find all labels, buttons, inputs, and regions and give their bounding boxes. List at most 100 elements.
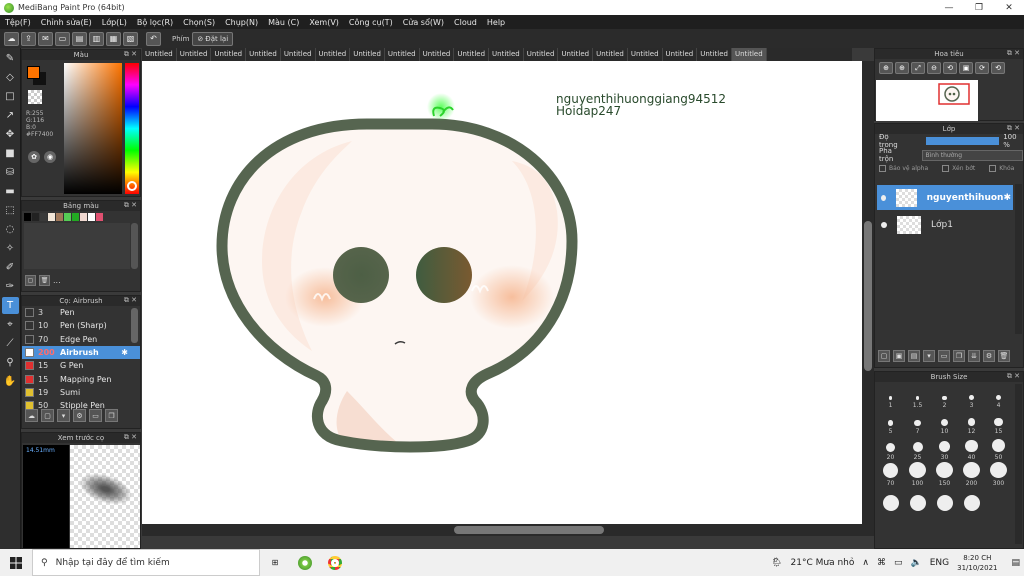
panel-float-icon[interactable]: ⧉ ✕	[124, 201, 137, 210]
brush-size-option[interactable]: 1	[877, 384, 904, 410]
menu-select[interactable]: Chọn(S)	[178, 18, 220, 27]
brush-size-option[interactable]: 15	[985, 410, 1012, 436]
lasso-tool-icon[interactable]: ◌	[2, 221, 19, 238]
select-eraser-tool-icon[interactable]: ✑	[2, 278, 19, 295]
eyedropper-tool-icon[interactable]: ⚲	[2, 354, 19, 371]
menu-cloud[interactable]: Cloud	[449, 18, 482, 27]
brush-size-option[interactable]: 1.5	[904, 384, 931, 410]
brush-size-option[interactable]: 300	[985, 462, 1012, 488]
menu-color[interactable]: Màu (C)	[263, 18, 304, 27]
blend-mode-select[interactable]: Bình thường	[922, 149, 1023, 161]
drawing-canvas[interactable]: nguyenthihuonggiang94512 Hoidap247	[142, 61, 862, 536]
visibility-eye-icon[interactable]	[881, 194, 887, 201]
hue-slider-knob[interactable]	[127, 181, 137, 191]
palette-more[interactable]: ...	[53, 276, 61, 285]
weather-text[interactable]: 21°C Mưa nhỏ	[791, 558, 855, 568]
panel-float-icon[interactable]: ⧉ ✕	[1007, 124, 1020, 133]
brush-size-option[interactable]: 2	[931, 384, 958, 410]
brush-size-option[interactable]: 10	[931, 410, 958, 436]
brush-cloud-icon[interactable]: ☁	[25, 409, 38, 422]
magic-wand-tool-icon[interactable]: ✧	[2, 240, 19, 257]
brush-size-option[interactable]: 5	[877, 410, 904, 436]
medibang-taskbar-icon[interactable]	[290, 549, 320, 576]
layer-item[interactable]: nguyenthihuon ✱	[877, 185, 1013, 210]
color-picker-icon[interactable]: ◉	[44, 151, 56, 163]
color-wheel-icon[interactable]: ✿	[28, 151, 40, 163]
upload-icon[interactable]: ⇪	[21, 31, 36, 46]
select-pen-tool-icon[interactable]: ✐	[2, 259, 19, 276]
rect-fill-tool-icon[interactable]: ■	[2, 145, 19, 162]
notification-icon[interactable]: ▤	[1011, 558, 1020, 568]
protect-alpha-checkbox[interactable]: Bảo vệ alpha	[879, 164, 928, 172]
brush-size-option[interactable]	[877, 488, 904, 514]
visibility-eye-icon[interactable]	[881, 221, 887, 228]
document-tab[interactable]: Untitled	[731, 48, 767, 61]
actual-size-icon[interactable]: ▣	[959, 62, 973, 74]
brush-item[interactable]: 10 Pen (Sharp)	[22, 319, 140, 332]
panel-icon[interactable]: ▥	[89, 31, 104, 46]
brush-size-option[interactable]: 70	[877, 462, 904, 488]
document-tab[interactable]: Untitled	[628, 48, 663, 61]
brush-item[interactable]: 15 Mapping Pen	[22, 372, 140, 385]
gear-icon[interactable]: ✱	[1003, 193, 1011, 203]
fit-icon[interactable]: ⤢	[911, 62, 925, 74]
menu-view[interactable]: Xem(V)	[304, 18, 344, 27]
gear-icon[interactable]: ✱	[121, 348, 128, 357]
brush-size-option[interactable]: 150	[931, 462, 958, 488]
text-tool-icon[interactable]: T	[1, 297, 19, 314]
layer-settings-icon[interactable]: ⚙	[983, 350, 995, 362]
minimize-button[interactable]: —	[934, 0, 964, 15]
delete-layer-icon[interactable]: 🗑	[998, 350, 1010, 362]
weather-icon[interactable]: 🌦	[771, 558, 782, 568]
menu-filter[interactable]: Bộ lọc(R)	[132, 18, 178, 27]
menu-edit[interactable]: Chỉnh sửa(E)	[36, 18, 97, 27]
clock[interactable]: 8:20 CH 31/10/2021	[953, 553, 1001, 573]
menu-window[interactable]: Cửa sổ(W)	[398, 18, 449, 27]
new-8bit-layer-icon[interactable]: ▤	[908, 350, 920, 362]
zoom-in-icon[interactable]: ⊕	[879, 62, 893, 74]
comment-icon[interactable]: ✉	[38, 31, 53, 46]
panel-float-icon[interactable]: ⧉ ✕	[124, 296, 137, 305]
palette-scrollbar[interactable]	[131, 223, 138, 269]
document-tab[interactable]: Untitled	[558, 48, 594, 61]
menu-help[interactable]: Help	[482, 18, 510, 27]
document-tab[interactable]: Untitled	[350, 48, 385, 61]
brush-menu-icon[interactable]: ▾	[57, 409, 70, 422]
vertical-scroll-thumb[interactable]	[864, 221, 872, 371]
brush-size-option[interactable]: 12	[958, 410, 985, 436]
palette-swatch[interactable]	[56, 213, 63, 221]
document-tab[interactable]: Untitled	[489, 48, 524, 61]
brush-folder-icon[interactable]: ▭	[89, 409, 102, 422]
brush-size-option[interactable]: 4	[985, 384, 1012, 410]
brush-size-option[interactable]: 40	[958, 436, 985, 462]
operation-tool-icon[interactable]: ⌖	[2, 316, 19, 333]
palette-swatch[interactable]	[24, 213, 31, 221]
gradient-tool-icon[interactable]: ▬	[2, 183, 19, 200]
palette-swatch[interactable]	[48, 213, 55, 221]
add-palette-icon[interactable]: ▢	[25, 275, 36, 286]
brush-scrollbar[interactable]	[131, 308, 138, 343]
menu-layer[interactable]: Lớp(L)	[97, 18, 132, 27]
tray-chevron-icon[interactable]: ∧	[862, 558, 869, 568]
start-button[interactable]	[0, 549, 32, 576]
clipping-checkbox[interactable]: Xén bớt	[942, 164, 975, 172]
canvas-horizontal-scrollbar[interactable]	[142, 524, 862, 536]
panel-float-icon[interactable]: ⧉ ✕	[124, 433, 137, 442]
brush-size-option[interactable]: 100	[904, 462, 931, 488]
layer-item[interactable]: Lớp1	[877, 212, 1013, 237]
taskbar-search-box[interactable]: ⚲ Nhập tại đây để tìm kiếm	[32, 549, 260, 576]
document-tab[interactable]: Untitled	[211, 48, 247, 61]
volume-icon[interactable]: 🔈	[911, 558, 922, 568]
saturation-value-box[interactable]	[64, 63, 122, 194]
palette-swatch[interactable]	[72, 213, 79, 221]
brush-size-option[interactable]: 7	[904, 410, 931, 436]
divide-tool-icon[interactable]: ⟋	[2, 335, 19, 352]
reset-button[interactable]: ⊘ Đặt lại	[192, 31, 234, 46]
document-tab[interactable]: Untitled	[281, 48, 316, 61]
brush-size-scrollbar[interactable]	[1015, 384, 1022, 544]
palette-swatch[interactable]	[96, 213, 103, 221]
palette-swatch[interactable]	[80, 213, 87, 221]
document-tab[interactable]: Untitled	[663, 48, 698, 61]
bucket-tool-icon[interactable]: ⛁	[2, 164, 19, 181]
dot-tool-icon[interactable]: □	[2, 88, 19, 105]
